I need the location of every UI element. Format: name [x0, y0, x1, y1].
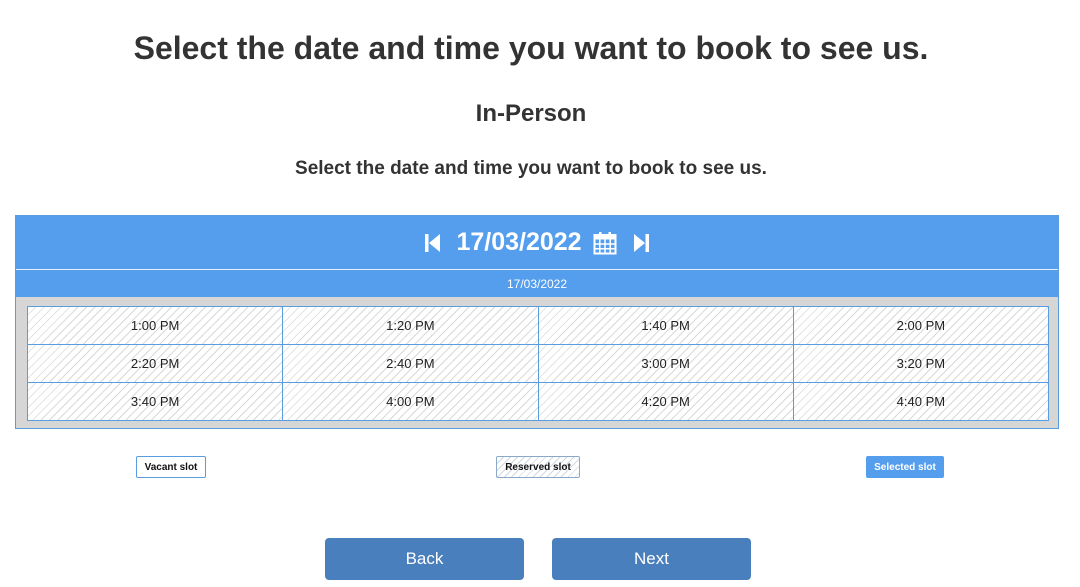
- calendar-icon[interactable]: [592, 230, 618, 256]
- time-slot[interactable]: 2:00 PM: [793, 307, 1049, 345]
- skip-previous-icon[interactable]: [420, 230, 446, 256]
- time-slot[interactable]: 3:20 PM: [793, 345, 1049, 383]
- slot-time-label: 3:00 PM: [641, 356, 690, 371]
- time-slot[interactable]: 3:00 PM: [538, 345, 794, 383]
- instruction-text: Select the date and time you want to boo…: [295, 158, 767, 179]
- time-slot[interactable]: 2:40 PM: [283, 345, 539, 383]
- slot-time-label: 2:40 PM: [386, 356, 435, 371]
- time-slot[interactable]: 4:00 PM: [283, 383, 539, 421]
- slot-time-label: 4:20 PM: [641, 394, 690, 409]
- slot-time-label: 3:40 PM: [130, 394, 180, 409]
- time-slot[interactable]: 1:20 PM: [283, 307, 539, 345]
- back-button[interactable]: Back: [325, 538, 524, 580]
- slot-time-label: 2:00 PM: [896, 318, 946, 333]
- page-title: Select the date and time you want to boo…: [133, 30, 929, 66]
- slot-time-label: 1:00 PM: [130, 318, 180, 333]
- slot-time-label: 1:40 PM: [641, 318, 690, 333]
- slot-time-label: 1:20 PM: [386, 318, 435, 333]
- slot-grid: 1:00 PM 1:20 PM 1:40 PM 2:00 PM 2:20 PM …: [27, 306, 1049, 421]
- legend-reserved-slot: Reserved slot: [496, 456, 580, 478]
- legend-vacant-slot: Vacant slot: [136, 456, 206, 478]
- slot-time-label: 4:00 PM: [386, 394, 435, 409]
- time-slot[interactable]: 4:40 PM: [793, 383, 1049, 421]
- date-header-bar: 17/03/2022: [16, 269, 1058, 297]
- time-slot[interactable]: 1:00 PM: [28, 307, 284, 345]
- slot-time-label: 2:20 PM: [130, 356, 180, 371]
- slot-time-label: 4:40 PM: [896, 394, 946, 409]
- time-slot[interactable]: 4:20 PM: [538, 383, 794, 421]
- slot-time-label: 3:20 PM: [896, 356, 946, 371]
- booking-page: Select the date and time you want to boo…: [0, 0, 1080, 587]
- date-header-label: 17/03/2022: [506, 276, 568, 291]
- selected-date[interactable]: 17/03/2022: [456, 228, 581, 257]
- legend-selected-slot: Selected slot: [866, 456, 944, 478]
- appointment-type-heading: In-Person: [475, 100, 587, 127]
- time-slot-calendar: 17/03/2022 17/03/2022 1:00 PM 1:20 PM 1:…: [15, 215, 1059, 429]
- time-slot[interactable]: 2:20 PM: [28, 345, 284, 383]
- time-slot[interactable]: 1:40 PM: [538, 307, 794, 345]
- next-button[interactable]: Next: [552, 538, 751, 580]
- date-navigation: 17/03/2022: [16, 216, 1058, 269]
- time-slot[interactable]: 3:40 PM: [28, 383, 284, 421]
- skip-next-icon[interactable]: [628, 230, 654, 256]
